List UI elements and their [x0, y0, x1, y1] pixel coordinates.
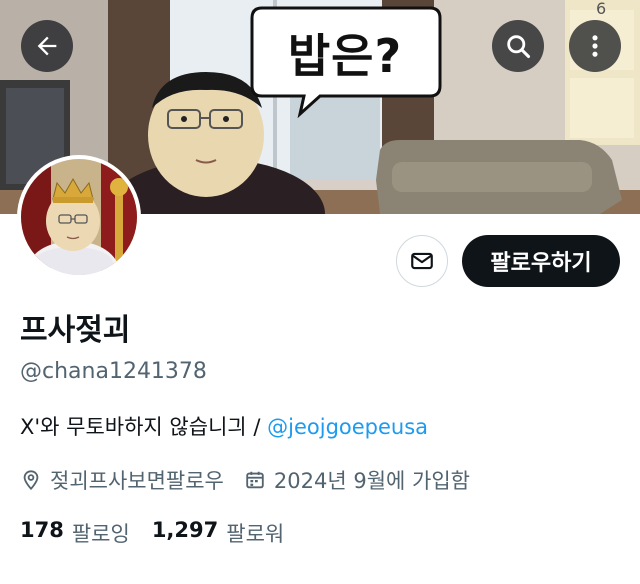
location-pin-icon [23, 470, 39, 491]
wall-digit: 6 [596, 0, 606, 18]
profile-meta: 젖괴프사보면팔로우 2024년 9월에 가입함 [20, 465, 470, 495]
bio: X'와 무토바하지 않습니긔 / @jeojgoepeusa [20, 411, 428, 441]
envelope-icon [411, 252, 433, 270]
location-text: 젖괴프사보면팔로우 [50, 469, 224, 493]
follow-stats: 178 팔로잉 1,297 팔로워 [20, 518, 284, 548]
back-button[interactable] [21, 20, 73, 72]
message-button[interactable] [396, 235, 448, 287]
followers-count: 1,297 [151, 518, 219, 542]
following-label: 팔로잉 [71, 522, 130, 546]
joined-item: 2024년 9월에 가입함 [244, 465, 470, 495]
search-icon [507, 35, 531, 59]
follow-button[interactable]: 팔로우하기 [462, 235, 620, 287]
followers-link[interactable]: 1,297 팔로워 [152, 518, 284, 548]
calendar-icon [246, 471, 264, 489]
bio-text: X'와 무토바하지 않습니긔 / [20, 415, 268, 439]
profile-avatar[interactable] [17, 155, 141, 279]
display-name: 프사젖괴 [20, 313, 131, 348]
arrow-left-icon [37, 36, 57, 56]
more-vertical-icon [592, 35, 598, 57]
following-link[interactable]: 178 팔로잉 [20, 518, 130, 548]
speech-bubble: 밥은? [252, 2, 438, 96]
speech-bubble-text: 밥은? [287, 29, 403, 83]
bio-mention-link[interactable]: @jeojgoepeusa [267, 415, 428, 439]
more-options-button[interactable] [569, 20, 621, 72]
followers-label: 팔로워 [226, 522, 285, 546]
search-button[interactable] [492, 20, 544, 72]
user-handle: @chana1241378 [20, 359, 207, 384]
following-count: 178 [20, 518, 64, 542]
avatar-image [21, 159, 137, 275]
joined-text: 2024년 9월에 가입함 [273, 469, 470, 493]
location-item: 젖괴프사보면팔로우 [20, 465, 224, 495]
